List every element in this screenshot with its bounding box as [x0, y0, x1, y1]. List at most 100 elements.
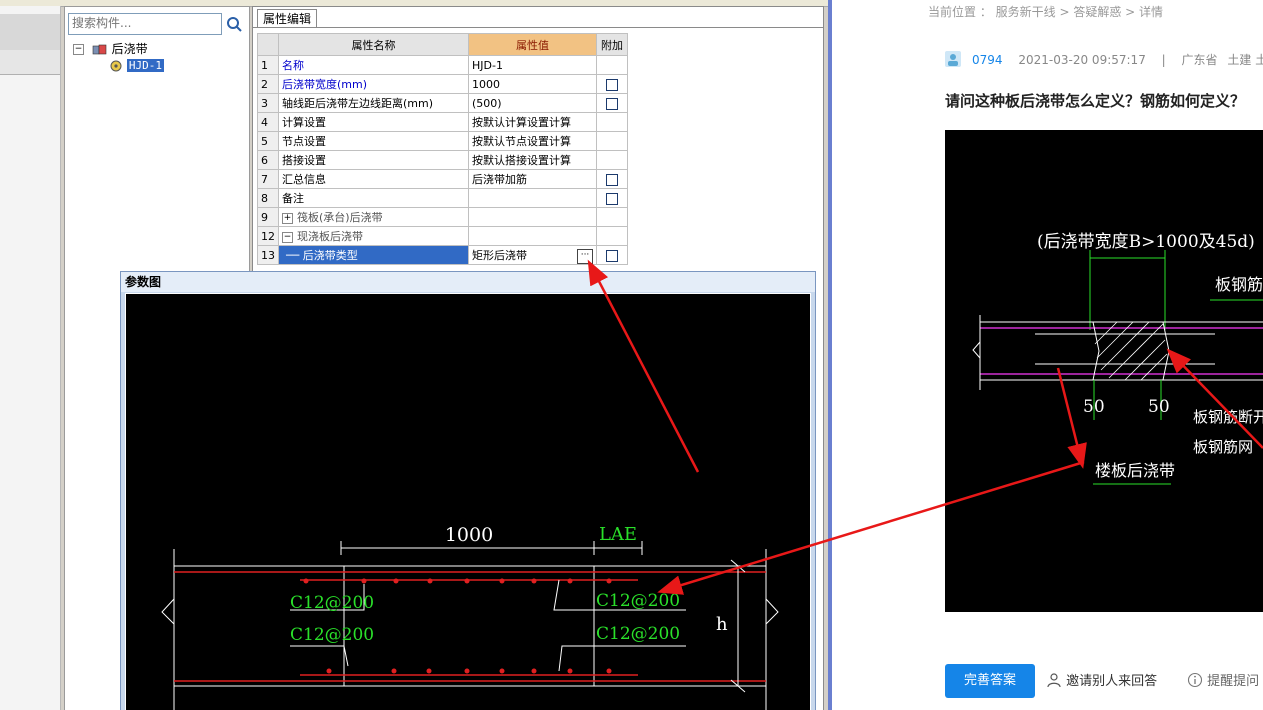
remind-label: 提醒提问 — [1207, 674, 1260, 689]
rebar-label-bottom-right: C12@200 — [596, 624, 680, 644]
property-name: 汇总信息 — [278, 169, 469, 189]
row-number: 6 — [257, 150, 279, 170]
rebar-label-top-left: C12@200 — [290, 593, 374, 613]
breadcrumb: 当前位置 ： 服务新干线 > 答疑解惑 > 详情 — [928, 5, 1163, 19]
property-name: 轴线距后浇带左边线距离(mm) — [278, 93, 469, 113]
row-number: 1 — [257, 55, 279, 75]
property-value[interactable]: HJD-1 — [468, 55, 597, 75]
window-title[interactable]: 参数图 — [121, 272, 815, 292]
width-label: 1000 — [445, 524, 493, 546]
table-row[interactable]: 8 备注 — [257, 188, 628, 208]
property-value[interactable]: 按默认搭接设置计算 — [468, 150, 597, 170]
region: 广东省 — [1181, 53, 1218, 67]
question-meta: 0794 2021-03-20 09:57:17 | 广东省 土建 土建 — [945, 51, 1263, 69]
row-number: 3 — [257, 93, 279, 113]
extra-cell — [596, 131, 628, 151]
extra-checkbox[interactable] — [606, 249, 618, 262]
folder-icon — [92, 44, 107, 54]
search-input[interactable] — [69, 14, 221, 32]
image-label-slab-open: 板钢筋断开时 — [1193, 408, 1263, 426]
table-row[interactable]: 4 计算设置 按默认计算设置计算 — [257, 112, 628, 132]
user-name[interactable]: 0794 — [972, 53, 1003, 67]
h-label: h — [716, 614, 728, 635]
extra-checkbox[interactable] — [606, 97, 618, 110]
table-row[interactable]: 1 名称 HJD-1 — [257, 55, 628, 75]
break-mark — [972, 341, 981, 359]
table-row[interactable]: 9 + 筏板(承台)后浇带 — [257, 207, 628, 227]
table-row[interactable]: 5 节点设置 按默认节点设置计算 — [257, 131, 628, 151]
property-value[interactable]: 按默认节点设置计算 — [468, 131, 597, 151]
extra-cell — [596, 55, 628, 75]
ellipsis-button[interactable]: ··· — [577, 248, 593, 264]
property-value[interactable] — [468, 188, 597, 208]
property-value[interactable]: (500) — [468, 93, 597, 113]
invite-label: 邀请别人来回答 — [1066, 674, 1158, 689]
meta-separator: | — [1161, 53, 1166, 67]
table-row[interactable]: 2 后浇带宽度(mm) 1000 — [257, 74, 628, 94]
question-image[interactable]: (后浇带宽度B>1000及45d) 板钢筋拉 50 50 — [945, 130, 1263, 612]
group-label: 现浇板后浇带 — [297, 230, 363, 243]
tree-node-child[interactable]: HJD-1 — [109, 57, 164, 73]
image-label-slab-mesh: 板钢筋网 — [1193, 438, 1253, 456]
category-tags: 土建 土建 — [1227, 53, 1263, 67]
lae-label: LAE — [599, 524, 637, 545]
image-label-slab-pull: 板钢筋拉 — [1215, 275, 1263, 294]
extra-cell — [596, 93, 628, 113]
extra-cell — [596, 112, 628, 132]
collapse-icon[interactable]: − — [282, 231, 293, 243]
property-value[interactable]: 按默认计算设置计算 — [468, 112, 597, 132]
image-width-note: (后浇带宽度B>1000及45d) — [1037, 232, 1255, 252]
image-label-50-left: 50 — [1083, 397, 1105, 417]
table-row[interactable]: 12 − 现浇板后浇带 — [257, 226, 628, 246]
invite-answer-link[interactable]: 邀请别人来回答 — [1046, 672, 1157, 691]
break-mark — [161, 598, 175, 625]
search-field[interactable] — [68, 13, 222, 35]
property-value — [468, 207, 597, 227]
collapse-icon[interactable]: − — [73, 44, 84, 55]
parameter-diagram: 1000 LAE C12@200 C12@200 C12@200 C12@200… — [125, 293, 811, 710]
table-row[interactable]: 6 搭接设置 按默认搭接设置计算 — [257, 150, 628, 170]
extra-checkbox[interactable] — [606, 192, 618, 205]
tab-divider — [253, 27, 823, 28]
extra-checkbox[interactable] — [606, 78, 618, 91]
property-value[interactable]: 1000 — [468, 74, 597, 94]
table-row[interactable]: 7 汇总信息 后浇带加筋 — [257, 169, 628, 189]
tree-root-label: 后浇带 — [111, 42, 148, 56]
tree-node-root[interactable]: − 后浇带 — [73, 41, 148, 57]
row-number: 8 — [257, 188, 279, 208]
row-number: 12 — [257, 226, 279, 246]
table-row[interactable]: 3 轴线距后浇带左边线距离(mm) (500) — [257, 93, 628, 113]
tab-property-edit[interactable]: 属性编辑 — [257, 9, 318, 28]
left-nav-item[interactable] — [0, 14, 60, 51]
property-name: 计算设置 — [278, 112, 469, 132]
header-index — [257, 33, 279, 56]
extra-cell — [596, 150, 628, 170]
post-datetime: 2021-03-20 09:57:17 — [1018, 53, 1146, 67]
row-number: 4 — [257, 112, 279, 132]
extra-cell — [596, 207, 628, 227]
header-name: 属性名称 — [278, 33, 469, 56]
property-value-text: 矩形后浇带 — [472, 248, 527, 262]
property-name: 备注 — [278, 188, 469, 208]
parameter-diagram-window[interactable]: 参数图 1000 LAE C12@200 C12@200 C12@200 C12… — [120, 271, 816, 710]
web-page: 当前位置 ： 服务新干线 > 答疑解惑 > 详情 0794 2021-03-20… — [832, 0, 1263, 710]
table-row-selected[interactable]: 13 ── 后浇带类型 矩形后浇带 ··· — [257, 245, 628, 265]
extra-cell — [596, 245, 628, 265]
property-group: − 现浇板后浇带 — [278, 226, 469, 246]
leader-line — [558, 645, 686, 672]
extra-cell — [596, 226, 628, 246]
extra-cell — [596, 169, 628, 189]
component-icon — [110, 60, 122, 71]
remind-link[interactable]: 提醒提问 — [1187, 672, 1259, 691]
property-grid: 属性名称 属性值 附加 1 名称 HJD-1 2 后浇带宽度(mm) 1000 — [257, 33, 628, 265]
complete-answer-button[interactable]: 完善答案 — [945, 664, 1035, 698]
property-value[interactable]: 后浇带加筋 — [468, 169, 597, 189]
extra-checkbox[interactable] — [606, 173, 618, 186]
leader-line — [290, 645, 349, 667]
property-name: 搭接设置 — [278, 150, 469, 170]
app-window: − 后浇带 HJD-1 属性编辑 属性名称 属性值 附加 — [0, 0, 830, 710]
expand-icon[interactable]: + — [282, 212, 293, 224]
left-nav-item[interactable] — [0, 50, 60, 75]
property-value[interactable]: 矩形后浇带 ··· — [468, 245, 597, 265]
search-button[interactable] — [225, 13, 245, 35]
